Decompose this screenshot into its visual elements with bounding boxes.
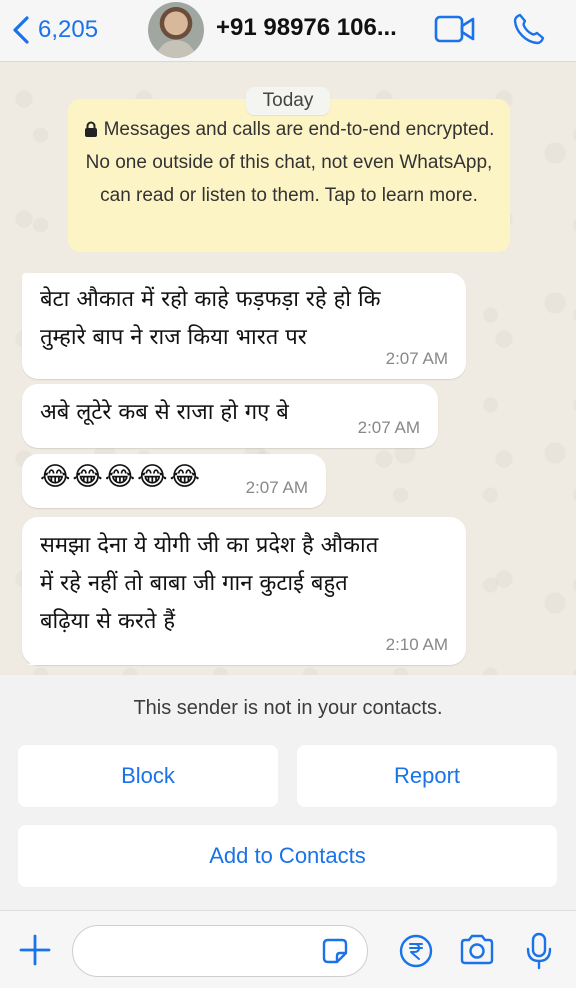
mic-icon[interactable] <box>524 931 554 971</box>
message-time: 2:10 AM <box>385 635 448 654</box>
sticker-icon[interactable] <box>320 936 350 966</box>
rupee-icon[interactable] <box>398 933 434 969</box>
phone-icon[interactable] <box>512 12 546 46</box>
message-time: 2:07 AM <box>357 418 420 437</box>
message-bubble[interactable]: अबे लूटेरे कब से राजा हो गए बे 2:07 AM <box>22 384 438 448</box>
message-bubble[interactable]: समझा देना ये योगी जी का प्रदेश है औकात म… <box>22 517 466 665</box>
chat-area[interactable]: Messages and calls are end-to-end encryp… <box>0 63 576 675</box>
contact-title[interactable]: +91 98976 106... <box>216 14 397 42</box>
plus-icon[interactable] <box>18 933 52 967</box>
unknown-sender-notice: This sender is not in your contacts. <box>133 697 443 719</box>
message-bubble[interactable]: बेटा औकात में रहो काहे फड़फड़ा रहे हो कि… <box>22 273 466 379</box>
video-call-icon[interactable] <box>434 12 476 46</box>
encryption-text: Messages and calls are end-to-end encryp… <box>85 119 495 206</box>
message-text: समझा देना ये योगी जी का प्रदेश है औकात म… <box>40 533 379 634</box>
add-to-contacts-button[interactable]: Add to Contacts <box>18 825 557 887</box>
input-bar <box>0 910 576 988</box>
message-time: 2:07 AM <box>245 478 308 497</box>
date-label: Today <box>246 87 330 115</box>
chat-header: 6,205 +91 98976 106... <box>0 0 576 62</box>
report-button[interactable]: Report <box>297 745 557 807</box>
bubble-tail <box>28 649 48 665</box>
message-text: 😂😂😂😂😂 <box>40 462 202 492</box>
message-time: 2:07 AM <box>385 349 448 368</box>
unread-count: 6,205 <box>38 16 99 43</box>
message-text: बेटा औकात में रहो काहे फड़फड़ा रहे हो कि… <box>40 287 381 350</box>
lock-icon <box>84 121 97 137</box>
message-text: अबे लूटेरे कब से राजा हो गए बे <box>40 400 289 425</box>
encryption-notice[interactable]: Messages and calls are end-to-end encryp… <box>68 99 510 252</box>
block-button[interactable]: Block <box>18 745 278 807</box>
back-button[interactable]: 6,205 <box>10 10 98 50</box>
avatar[interactable] <box>148 2 204 58</box>
message-bubble[interactable]: 😂😂😂😂😂 2:07 AM <box>22 454 326 508</box>
unknown-sender-panel: This sender is not in your contacts. Blo… <box>0 675 576 910</box>
camera-icon[interactable] <box>458 933 496 967</box>
chevron-left-icon <box>13 16 29 44</box>
